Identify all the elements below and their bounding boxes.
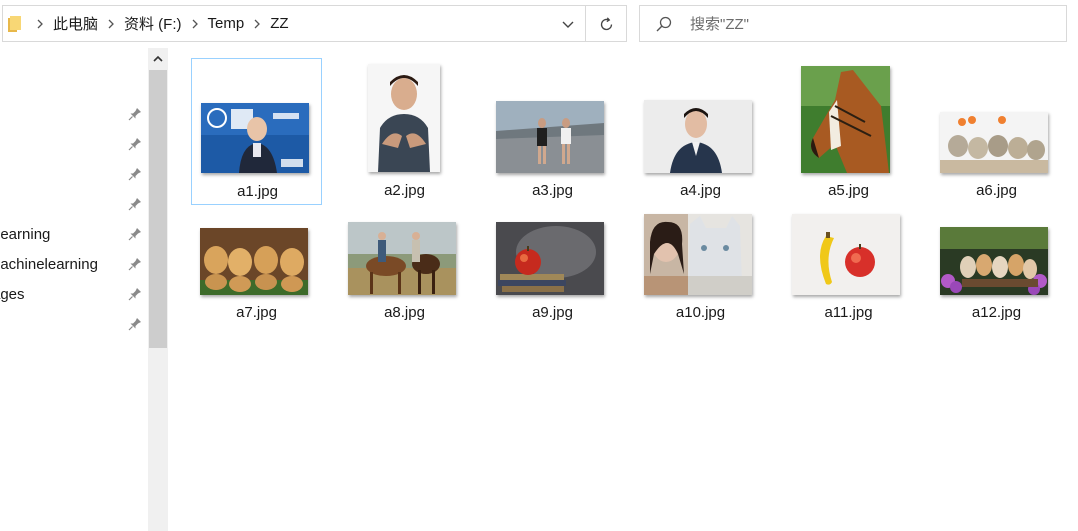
file-name: a1.jpg bbox=[237, 183, 278, 200]
pin-icon[interactable] bbox=[128, 317, 142, 331]
file-name: a11.jpg bbox=[824, 304, 873, 321]
file-item-a11[interactable]: a11.jpg bbox=[783, 208, 914, 355]
file-name: a3.jpg bbox=[532, 182, 573, 199]
file-name: a6.jpg bbox=[976, 182, 1017, 199]
man-in-suit-photo bbox=[644, 100, 752, 173]
pin-icon[interactable] bbox=[128, 107, 142, 121]
refresh-button[interactable] bbox=[586, 5, 627, 42]
file-item-a10[interactable]: a10.jpg bbox=[635, 208, 766, 355]
file-name: a4.jpg bbox=[680, 182, 721, 199]
nav-item-label: nachinelearning bbox=[0, 256, 98, 273]
horse-head-photo bbox=[801, 66, 890, 173]
pin-icon[interactable] bbox=[128, 227, 142, 241]
pin-icon[interactable] bbox=[128, 137, 142, 151]
breadcrumb-drive[interactable]: 资料 (F:) bbox=[122, 13, 184, 34]
pin-icon[interactable] bbox=[128, 197, 142, 211]
file-item-a9[interactable]: a9.jpg bbox=[487, 208, 618, 355]
chevron-right-icon[interactable] bbox=[184, 15, 206, 32]
banana-and-apple-photo bbox=[792, 214, 900, 295]
file-name: a7.jpg bbox=[236, 304, 277, 321]
breadcrumb-zz[interactable]: ZZ bbox=[268, 15, 290, 32]
nav-item-images[interactable]: ages bbox=[0, 280, 148, 310]
file-name: a9.jpg bbox=[532, 304, 573, 321]
scrollbar-thumb[interactable] bbox=[149, 70, 167, 348]
nav-item-learning[interactable]: Learning bbox=[0, 220, 148, 250]
breadcrumb-temp[interactable]: Temp bbox=[206, 15, 247, 32]
nav-item[interactable] bbox=[0, 310, 148, 340]
address-bar[interactable]: 此电脑 资料 (F:) Temp ZZ bbox=[2, 5, 586, 42]
apple-on-books-photo bbox=[496, 222, 604, 295]
file-name: a12.jpg bbox=[971, 304, 1022, 321]
chevron-down-icon[interactable] bbox=[557, 14, 579, 34]
navigation-pane: Learning nachinelearning ages bbox=[0, 48, 168, 531]
file-name: a8.jpg bbox=[384, 304, 425, 321]
pin-icon[interactable] bbox=[128, 287, 142, 301]
man-portrait-photo bbox=[368, 64, 440, 172]
folder-icon bbox=[8, 16, 21, 32]
nav-item[interactable] bbox=[0, 190, 148, 220]
file-name: a2.jpg bbox=[384, 182, 425, 199]
nav-item[interactable] bbox=[0, 160, 148, 190]
nav-item[interactable] bbox=[0, 130, 148, 160]
pin-icon[interactable] bbox=[128, 167, 142, 181]
file-item-a5[interactable]: a5.jpg bbox=[783, 58, 914, 205]
scroll-up-arrow-icon[interactable] bbox=[148, 48, 168, 70]
file-name: a5.jpg bbox=[828, 182, 869, 199]
file-item-a6[interactable]: a6.jpg bbox=[931, 58, 1062, 205]
chevron-right-icon[interactable] bbox=[29, 15, 51, 32]
file-item-a7[interactable]: a7.jpg bbox=[191, 208, 322, 355]
nav-item-label: ages bbox=[0, 286, 25, 303]
file-item-a8[interactable]: a8.jpg bbox=[339, 208, 470, 355]
kittens-with-flowers-photo bbox=[940, 227, 1048, 295]
search-icon bbox=[656, 16, 672, 32]
puppies-photo bbox=[200, 228, 308, 295]
pin-icon[interactable] bbox=[128, 257, 142, 271]
breadcrumb: 此电脑 资料 (F:) Temp ZZ bbox=[29, 6, 291, 41]
chevron-right-icon[interactable] bbox=[246, 15, 268, 32]
nav-item[interactable] bbox=[0, 100, 148, 130]
vertical-scrollbar[interactable] bbox=[148, 48, 168, 531]
refresh-icon bbox=[600, 17, 613, 31]
search-input[interactable] bbox=[690, 13, 1050, 35]
file-item-a3[interactable]: a3.jpg bbox=[487, 58, 618, 205]
nav-item-machinelearning[interactable]: nachinelearning bbox=[0, 250, 148, 280]
nav-item-label: Learning bbox=[0, 226, 51, 243]
search-box[interactable] bbox=[639, 5, 1067, 42]
couple-with-horses-photo bbox=[348, 222, 456, 295]
file-item-a4[interactable]: a4.jpg bbox=[635, 58, 766, 205]
breadcrumb-this-pc[interactable]: 此电脑 bbox=[51, 13, 100, 34]
file-item-a12[interactable]: a12.jpg bbox=[931, 208, 1062, 355]
file-name: a10.jpg bbox=[675, 304, 726, 321]
kittens-photo bbox=[940, 112, 1048, 173]
woman-with-cat-photo bbox=[644, 214, 752, 295]
chevron-right-icon[interactable] bbox=[100, 15, 122, 32]
file-item-a2[interactable]: a2.jpg bbox=[339, 58, 470, 205]
file-view: a1.jpg a2.jpg a3.jpg a4.jpg a5.jpg a6.jp… bbox=[168, 48, 1078, 531]
two-women-walking-photo bbox=[496, 101, 604, 173]
lecturer-photo bbox=[201, 103, 309, 173]
file-item-a1[interactable]: a1.jpg bbox=[191, 58, 322, 205]
